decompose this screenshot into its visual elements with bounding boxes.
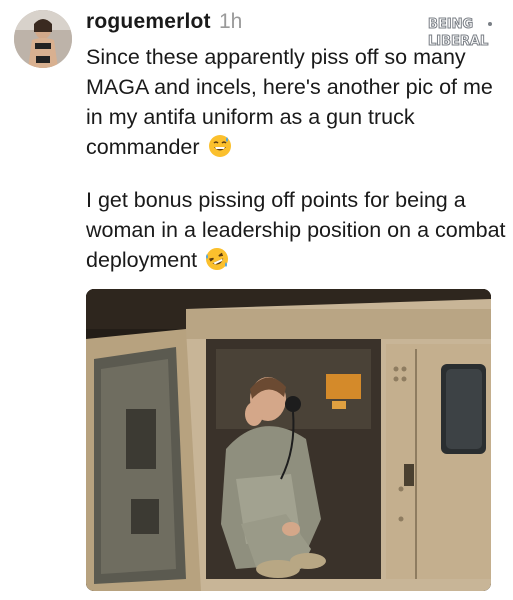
grinning-sweat-emoji [208, 134, 232, 158]
avatar[interactable] [14, 10, 72, 68]
avatar-image [14, 10, 72, 68]
post-text-paragraph-2: I get bonus pissing off points for being… [86, 185, 506, 275]
post-text-2: I get bonus pissing off points for being… [86, 188, 506, 272]
rolling-on-floor-laughing-emoji [205, 247, 229, 271]
username[interactable]: roguemerlot [86, 10, 211, 34]
post-text-1: Since these apparently piss off so many … [86, 45, 493, 159]
social-post: roguemerlot 1h BEING LIBERAL Since these… [0, 0, 513, 600]
post-photo-image [86, 289, 491, 591]
watermark-line1: BEING [428, 17, 473, 32]
post-text-paragraph-1: Since these apparently piss off so many … [86, 42, 506, 162]
post-photo[interactable] [86, 289, 491, 591]
timestamp: 1h [219, 10, 243, 33]
